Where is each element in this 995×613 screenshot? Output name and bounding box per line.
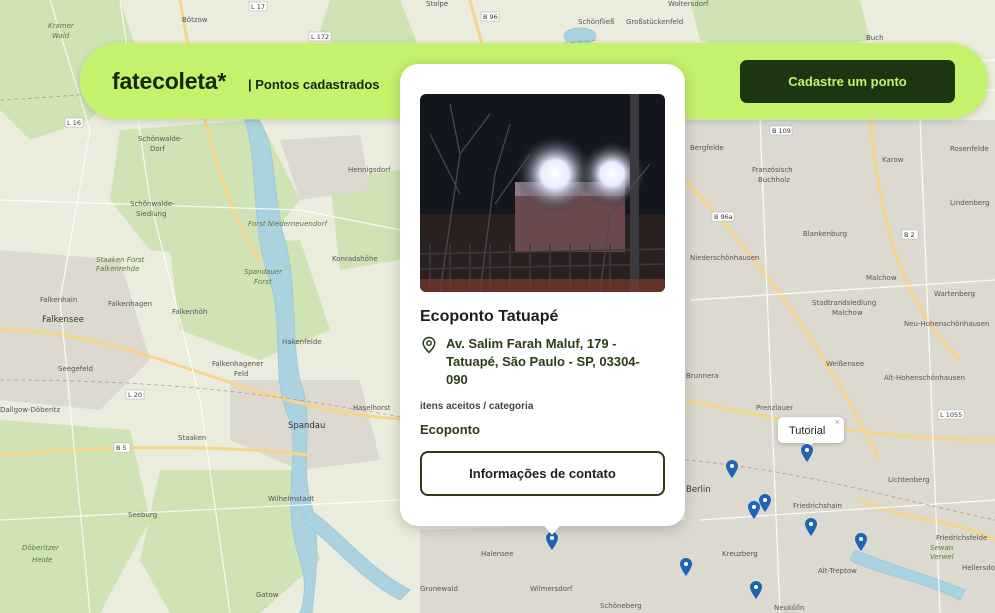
svg-text:Seegefeld: Seegefeld — [58, 365, 93, 373]
svg-text:L 1055: L 1055 — [940, 411, 962, 419]
map-marker-icon[interactable] — [726, 460, 738, 478]
category-label: itens aceitos / categoria — [420, 401, 534, 412]
svg-text:Kramer: Kramer — [48, 22, 75, 30]
svg-text:Schönwalde-: Schönwalde- — [130, 200, 175, 208]
map-marker-icon[interactable] — [801, 444, 813, 462]
svg-text:Niederschönhausen: Niederschönhausen — [690, 254, 759, 262]
svg-text:Dorf: Dorf — [150, 145, 166, 153]
svg-text:Forst: Forst — [254, 278, 272, 286]
contact-info-button[interactable]: Informações de contato — [420, 451, 665, 496]
svg-text:Heide: Heide — [32, 556, 52, 564]
svg-text:Falkenhagener: Falkenhagener — [212, 360, 263, 368]
svg-text:Grunewald: Grunewald — [420, 585, 458, 593]
svg-text:Stolpe: Stolpe — [426, 0, 448, 8]
svg-text:Feld: Feld — [234, 370, 248, 378]
svg-text:L 172: L 172 — [311, 33, 329, 41]
svg-text:Französisch: Französisch — [752, 166, 793, 174]
svg-text:Bergfelde: Bergfelde — [690, 144, 724, 152]
svg-text:Falkenrehde: Falkenrehde — [96, 265, 139, 273]
svg-text:Konradshöhe: Konradshöhe — [332, 255, 378, 263]
svg-text:Haselhorst: Haselhorst — [353, 404, 391, 412]
svg-text:Neukölln: Neukölln — [774, 604, 804, 612]
svg-text:Gatow: Gatow — [256, 591, 279, 599]
map-marker-icon[interactable] — [750, 581, 762, 599]
svg-text:Wartenberg: Wartenberg — [934, 290, 975, 298]
svg-text:Malchow: Malchow — [866, 274, 897, 282]
svg-text:Brunnera: Brunnera — [686, 372, 718, 380]
svg-text:Alt-Treptow: Alt-Treptow — [818, 567, 857, 575]
svg-text:Döberitzer: Döberitzer — [22, 544, 60, 552]
tooltip-close-icon[interactable]: × — [835, 417, 840, 427]
svg-text:L 17: L 17 — [251, 3, 265, 11]
register-point-button[interactable]: Cadastre um ponto — [740, 60, 955, 103]
map-marker-icon[interactable] — [759, 494, 771, 512]
svg-text:Sewan: Sewan — [930, 544, 953, 552]
svg-text:Dallgow-Döberitz: Dallgow-Döberitz — [0, 406, 61, 414]
svg-text:Lichtenberg: Lichtenberg — [888, 476, 930, 484]
svg-text:Malchow: Malchow — [832, 309, 863, 317]
svg-text:Friedrichsfelde: Friedrichsfelde — [936, 534, 987, 542]
location-title: Ecoponto Tatuapé — [420, 308, 559, 325]
app-logo: fatecoleta* — [112, 68, 227, 94]
svg-text:Halensee: Halensee — [481, 550, 514, 558]
svg-text:Schönfließ: Schönfließ — [578, 18, 615, 26]
svg-text:B 96: B 96 — [483, 13, 498, 21]
svg-text:Lindenberg: Lindenberg — [950, 199, 989, 207]
map-marker-icon[interactable] — [855, 533, 867, 551]
location-pin-icon — [422, 336, 436, 354]
svg-text:Falkenhöh: Falkenhöh — [172, 308, 207, 316]
svg-text:B 5: B 5 — [116, 444, 127, 452]
svg-text:Verwel: Verwel — [930, 553, 954, 561]
svg-text:Stadtrandsiedlung: Stadtrandsiedlung — [812, 299, 876, 307]
svg-text:Karow: Karow — [882, 156, 904, 164]
svg-text:B 109: B 109 — [772, 127, 791, 135]
svg-text:Kreuzberg: Kreuzberg — [722, 550, 758, 558]
tutorial-label: Tutorial — [789, 425, 826, 437]
svg-text:Friedrichshain: Friedrichshain — [793, 502, 842, 510]
map-marker-icon[interactable] — [680, 558, 692, 576]
svg-text:B 2: B 2 — [904, 231, 915, 239]
location-address: Av. Salim Farah Maluf, 179 - Tatuapé, Sã… — [446, 336, 640, 387]
svg-text:Staaken: Staaken — [178, 434, 206, 442]
svg-text:Prenzlauer: Prenzlauer — [756, 404, 793, 412]
svg-text:Schöneberg: Schöneberg — [600, 602, 642, 610]
svg-text:Siedlung: Siedlung — [136, 210, 166, 218]
svg-text:Alt-Hohenschönhausen: Alt-Hohenschönhausen — [884, 374, 965, 382]
svg-text:Wilhelmstadt: Wilhelmstadt — [268, 495, 314, 503]
svg-text:Hennigsdorf: Hennigsdorf — [348, 166, 391, 174]
svg-text:L 16: L 16 — [67, 119, 81, 127]
svg-text:Seeburg: Seeburg — [128, 511, 157, 519]
svg-text:Buch: Buch — [866, 34, 884, 42]
svg-text:Berlin: Berlin — [686, 485, 711, 495]
svg-text:Hakenfelde: Hakenfelde — [282, 338, 322, 346]
svg-text:Spandau: Spandau — [288, 421, 325, 431]
svg-text:Blankenburg: Blankenburg — [803, 230, 847, 238]
svg-text:Schönwalde-: Schönwalde- — [138, 135, 183, 143]
svg-text:Wilmersdorf: Wilmersdorf — [530, 585, 573, 593]
category-value: Ecoponto — [420, 422, 480, 437]
popup-pointer — [541, 522, 563, 535]
location-popup: Ecoponto Tatuapé Av. Salim Farah Maluf, … — [400, 64, 685, 526]
svg-text:B 96a: B 96a — [714, 213, 733, 221]
svg-text:Neu-Hohenschönhausen: Neu-Hohenschönhausen — [904, 320, 989, 328]
svg-text:Falkenhagen: Falkenhagen — [108, 300, 152, 308]
svg-text:Staaken Forst: Staaken Forst — [96, 256, 145, 264]
svg-text:Falkenhain: Falkenhain — [40, 296, 77, 304]
map-marker-icon[interactable] — [805, 518, 817, 536]
page-title: | Pontos cadastrados — [248, 77, 380, 92]
svg-text:Spandauer: Spandauer — [244, 268, 283, 276]
svg-text:Woltersdorf: Woltersdorf — [668, 0, 709, 8]
svg-text:Großstückenfeld: Großstückenfeld — [626, 18, 683, 26]
svg-text:Wald: Wald — [52, 32, 70, 40]
svg-text:L 20: L 20 — [128, 391, 142, 399]
location-photo — [420, 94, 665, 292]
svg-text:Forst Niederneuendorf: Forst Niederneuendorf — [248, 220, 328, 228]
svg-text:Buchholz: Buchholz — [758, 176, 790, 184]
tutorial-tooltip[interactable]: Tutorial × — [778, 417, 844, 443]
svg-text:Rosenfelde: Rosenfelde — [950, 145, 989, 153]
svg-text:Weißensee: Weißensee — [826, 360, 864, 368]
svg-text:Bötzow: Bötzow — [182, 16, 208, 24]
svg-text:Hellersdorf: Hellersdorf — [962, 564, 995, 572]
svg-text:Falkensee: Falkensee — [42, 315, 84, 325]
